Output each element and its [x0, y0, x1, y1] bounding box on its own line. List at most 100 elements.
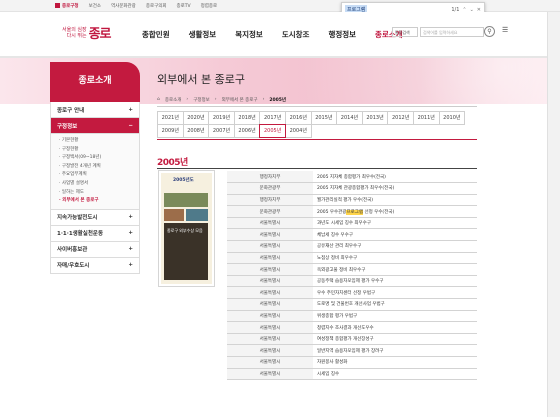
awards-table: 행정자치부 2005 지자체 종합평가 최우수(전국) 문화관광부 2005 지자체 … — [227, 171, 477, 381]
sidebar-menu-1[interactable]: 종로구 안내 + — [50, 102, 140, 118]
submenu-item[interactable]: · 구정현황 — [59, 146, 131, 155]
tab-year[interactable]: 2020년 — [182, 111, 210, 125]
breadcrumb-item[interactable]: 구정정보 — [193, 97, 210, 103]
award-row: 문화관광부 2005 우수관광프로그램 선정 우수(전국) — [227, 205, 477, 218]
submenu-item-selected[interactable]: · 외부에서 본 종로구 — [59, 197, 131, 206]
award-text: 도로명 및 건물번호 개선사업 우범구 — [313, 298, 477, 311]
plus-icon: + — [128, 230, 133, 237]
tab-year[interactable]: 2018년 — [233, 111, 261, 125]
award-org: 행정자치부 — [227, 171, 313, 184]
award-org: 서울특별시 — [227, 310, 313, 323]
tab-year[interactable]: 2019년 — [208, 111, 235, 125]
sidebar-menu-3-label: 지속가능발전도시 — [57, 215, 98, 222]
topbar-link-4[interactable]: 종로TV — [177, 3, 191, 9]
award-text: 월가관리실적 평가 우수(전국) — [313, 194, 477, 207]
award-org: 서울특별시 — [227, 333, 313, 346]
search-scope-select[interactable]: 통합검색 — [392, 27, 418, 37]
award-text: 시세입 징수 — [313, 368, 477, 381]
tab-year[interactable]: 2008년 — [182, 124, 210, 138]
award-row: 서울특별시 공유재산 관리 최우수구 — [227, 240, 477, 253]
sidebar-menu-2[interactable]: 구정정보 − — [50, 118, 140, 134]
award-text: 2005 지자체 관광종합평가 최우수(전국) — [313, 182, 477, 195]
title-divider — [157, 106, 477, 107]
sidebar-menu-3[interactable]: 지속가능발전도시 + — [50, 209, 140, 226]
topbar-link-2[interactable]: 역사문화관광 — [111, 3, 136, 9]
book-caption: 종로구 외부수상 모음 — [167, 228, 203, 233]
search-input[interactable]: 검색어를 입력하세요 — [420, 27, 484, 37]
award-org: 서울특별시 — [227, 252, 313, 265]
breadcrumb-current: 2005년 — [269, 98, 287, 103]
sitemap-icon[interactable]: ☰ — [502, 26, 511, 37]
award-row: 서울특별시 공동주택 습용자모임제 평가 우수구 — [227, 275, 477, 288]
year-tabs: 2021년 2020년 2019년 2018년 2017년 2016년 2015년 2014년… — [157, 111, 477, 140]
award-text: 자원봉사 활성화 — [313, 356, 477, 369]
tab-year[interactable]: 2016년 — [284, 111, 312, 125]
tab-year[interactable]: 2021년 — [157, 111, 184, 125]
tab-year[interactable]: 2010년 — [438, 111, 466, 125]
home-icon[interactable]: ⌂ — [157, 97, 160, 103]
submenu-item[interactable]: · 일하는 제도 — [59, 189, 131, 198]
award-row: 서울특별시 청렴지수 조사결과 개선도우수 — [227, 321, 477, 334]
breadcrumb-item[interactable]: 종로소개 — [165, 97, 182, 103]
submenu-item[interactable]: · 기본현황 — [59, 137, 131, 146]
award-org: 문화관광부 — [227, 182, 313, 195]
tab-year[interactable]: 2006년 — [233, 124, 261, 138]
site-logo[interactable]: 서울의 심장 다시 뛰는 종로 — [62, 23, 112, 43]
year-heading: 2005년 — [157, 158, 188, 168]
submenu-item[interactable]: · 구정백서(09~18년) — [59, 154, 131, 163]
award-org: 문화관광부 — [227, 205, 313, 218]
nav-item-3[interactable]: 도시창조 — [282, 29, 310, 40]
breadcrumb-item[interactable]: 외부에서 본 종로구 — [222, 97, 258, 103]
award-text: 공유재산 관리 최우수구 — [313, 240, 477, 253]
submenu-item[interactable]: · 주요업무계획 — [59, 171, 131, 180]
tab-year[interactable]: 2014년 — [336, 111, 363, 125]
tab-year[interactable]: 2017년 — [259, 111, 286, 125]
submenu-item[interactable]: · 사업별 설명서 — [59, 180, 131, 189]
nav-item-1[interactable]: 생활정보 — [189, 29, 217, 40]
sidebar-menu-2-label: 구정정보 — [57, 123, 78, 130]
tab-year[interactable]: 2012년 — [387, 111, 414, 125]
nav-item-4[interactable]: 행정정보 — [328, 29, 356, 40]
page-title: 외부에서 본 종로구 — [157, 73, 245, 86]
award-text: 체납세 징수 우수구 — [313, 228, 477, 242]
topbar-link-5[interactable]: 청렴종로 — [201, 3, 218, 9]
topbar-link-3[interactable]: 종로구의회 — [146, 3, 167, 9]
award-org: 서울특별시 — [227, 344, 313, 357]
award-org: 서울특별시 — [227, 368, 313, 381]
tab-year[interactable]: 2015년 — [310, 111, 338, 125]
award-text: 2005 우수관광프로그램 선정 우수(전국) — [313, 205, 477, 218]
sidebar-menu-6[interactable]: 자매/우호도시 + — [50, 257, 140, 274]
sidebar-submenu: · 기본현황 · 구정현황 · 구정백서(09~18년) · 구정발전 4개년 … — [50, 134, 140, 210]
nav-item-0[interactable]: 종합민원 — [142, 29, 170, 40]
tab-year[interactable]: 2011년 — [412, 111, 440, 125]
award-row: 서울특별시 자원봉사 활성화 — [227, 356, 477, 369]
award-row: 서울특별시 일반지역 습용자모임제 평가 장려구 — [227, 344, 477, 357]
tab-year[interactable]: 2004년 — [284, 124, 312, 138]
tab-year[interactable]: 2013년 — [361, 111, 389, 125]
sidebar-menu-4[interactable]: 1·1·1생활실천운동 + — [50, 225, 140, 242]
find-highlight: 프로그램 — [346, 209, 364, 215]
tab-year[interactable]: 2009년 — [157, 124, 184, 138]
award-text: 위생종합 평가 우범구 — [313, 310, 477, 323]
award-text: 일반지역 습용자모임제 평가 장려구 — [313, 344, 477, 357]
page-scrollbar[interactable] — [547, 12, 560, 417]
sidebar: 종로소개 종로구 안내 + 구정정보 − · 기본현황 · 구정현황 · 구정백서(… — [50, 62, 140, 274]
tab-year[interactable]: 2007년 — [208, 124, 235, 138]
sidebar-menu-6-label: 자매/우호도시 — [57, 263, 90, 270]
plus-icon: + — [128, 246, 133, 253]
topbar-link-0[interactable]: 종로구청 — [55, 3, 79, 9]
book-cover-image: 2005년도 종로구 외부수상 모음 — [158, 170, 215, 287]
search-icon[interactable]: ⚲ — [484, 26, 495, 37]
award-row: 행정자치부 2005 지자체 종합평가 최우수(전국) — [227, 171, 477, 184]
award-row: 문화관광부 2005 지자체 관광종합평가 최우수(전국) — [227, 182, 477, 195]
nav-item-2[interactable]: 복지정보 — [235, 29, 263, 40]
award-text: 2005 지자체 종합평가 최우수(전국) — [313, 171, 477, 184]
award-row: 서울특별시 과년도 시세입 징수 최우수구 — [227, 217, 477, 230]
sidebar-menu-5[interactable]: 사이버홍보관 + — [50, 241, 140, 258]
sidebar-title: 종로소개 — [50, 62, 140, 102]
topbar-link-1[interactable]: 보건소 — [89, 3, 101, 9]
award-row: 서울특별시 도로명 및 건물번호 개선사업 우범구 — [227, 298, 477, 311]
award-org: 행정자치부 — [227, 194, 313, 207]
submenu-item[interactable]: · 구정발전 4개년 계획 — [59, 163, 131, 172]
tab-year[interactable]: 2005년 — [259, 124, 286, 138]
